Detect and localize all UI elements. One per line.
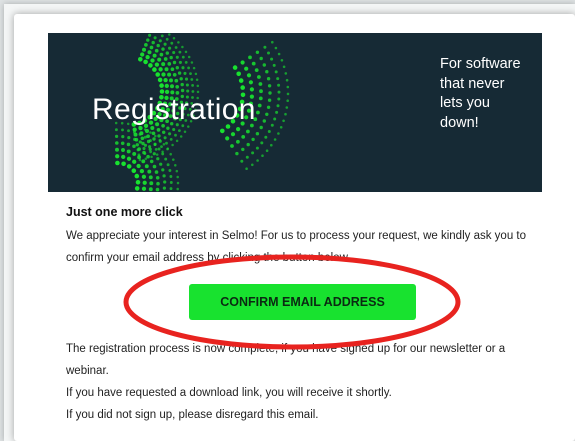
footer-line-3: If you did not sign up, please disregard… bbox=[66, 409, 319, 421]
footer-line-2: If you have requested a download link, y… bbox=[66, 387, 392, 399]
registration-banner: Registration For software that never let… bbox=[48, 33, 542, 192]
confirm-email-button[interactable]: CONFIRM EMAIL ADDRESS bbox=[189, 284, 416, 320]
banner-title: Registration bbox=[92, 93, 256, 126]
intro-text: We appreciate your interest in Selmo! Fo… bbox=[66, 230, 526, 264]
banner-tagline: For software that never lets you down! bbox=[440, 56, 521, 131]
email-heading: Just one more click bbox=[66, 205, 183, 219]
footer-text: The registration process is now complete… bbox=[66, 338, 546, 426]
email-body: Just one more click We appreciate your i… bbox=[66, 205, 546, 269]
footer-line-1: The registration process is now complete… bbox=[66, 343, 506, 377]
